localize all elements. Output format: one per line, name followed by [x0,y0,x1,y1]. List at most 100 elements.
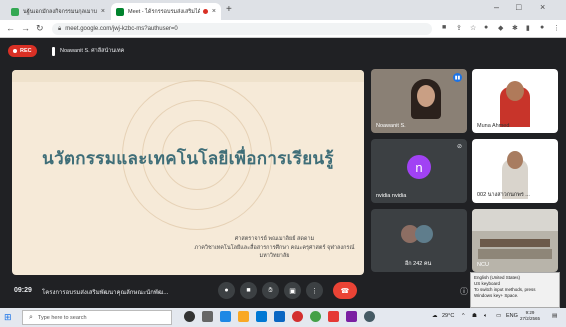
record-dot-icon [13,49,17,53]
participant-name: Noawanit S. [376,123,406,129]
participant-name: NCU [477,262,489,268]
mail-icon[interactable] [274,311,285,322]
input-method-tooltip: English (United States) US keyboard To s… [470,272,560,308]
speaking-indicator-icon: ▮▮ [453,73,462,82]
presentation-slide: นวัตกรรมและเทคโนโลยีเพื่อการเรียนรู้ ศาส… [12,70,364,275]
taskbar-date: 27/2/2565 [520,316,541,321]
meeting-title: โครงการอบรมส่งเสริมพัฒนาคุณลักษณะนักพัฒ.… [42,290,169,296]
more-options-button[interactable]: ⋮ [306,282,323,299]
sidebar-icon[interactable]: ▮ [526,24,530,32]
recording-badge: REC [8,45,37,57]
participant-video-face [417,85,435,107]
participant-video-face [507,151,523,169]
more-participants-tile[interactable]: อีก 242 คน [371,209,467,272]
participant-video-face [506,81,524,101]
volume-icon[interactable]: 🔈︎ [484,313,487,320]
weather-icon[interactable]: ☁︎ [432,313,438,319]
present-button[interactable]: ▣ [284,282,301,299]
puzzle-icon[interactable]: ✱ [512,24,518,32]
room-chairs [478,249,552,259]
recording-indicator-icon [202,9,208,14]
mic-icon: ● [224,287,229,294]
maximize-icon[interactable]: □ [516,2,521,12]
notification-icon[interactable]: ▤ [552,313,557,319]
slide-affiliation: ภาควิชาเทคโนโลยีและสื่อสารการศึกษา คณะคร… [194,245,355,259]
reload-icon[interactable]: ↻ [36,23,44,34]
participant-tile-presenter[interactable]: ▮▮ Noawanit S. [371,69,467,133]
minimize-icon[interactable]: – [494,2,499,12]
lock-icon: 🔒︎ [58,25,62,32]
profile-icon[interactable]: ● [540,24,544,31]
cortana-icon[interactable] [184,311,195,322]
file-explorer-icon[interactable] [238,311,249,322]
app-icon[interactable] [346,311,357,322]
windows-start-icon[interactable]: ⊞ [4,312,12,323]
hang-up-icon: ☎︎ [340,287,350,295]
weather-temp[interactable]: 29°C [442,313,454,319]
network-icon[interactable]: ☗ [472,313,477,319]
new-tab-button[interactable]: + [226,4,232,15]
extension-icon[interactable]: ◆ [498,24,503,32]
participant-avatar [415,225,433,243]
more-participants-count: อีก 242 คน [405,261,432,267]
share-icon[interactable]: ⇪ [456,24,462,32]
menu-icon[interactable]: ⋮ [553,24,560,32]
back-icon[interactable]: ← [6,23,15,33]
participant-avatar: n [407,155,431,179]
tab-title: นฐ้นเอกมักลงกิจกรรมนกุลเมาบลาร์ [23,8,97,15]
slide-title: นวัตกรรมและเทคโนโลยีเพื่อการเรียนรู้ [42,149,334,169]
present-screen-icon: ▣ [289,287,296,295]
task-view-icon[interactable] [202,311,213,322]
presenter-name: Noawanit S. ศาลีสนำนเทค [60,48,125,54]
participant-tile[interactable]: Muna Ahmed [472,69,558,133]
microphone-button[interactable]: ● [218,282,235,299]
app-icon[interactable] [364,311,375,322]
close-window-icon[interactable]: × [540,2,545,12]
star-icon[interactable]: ☆ [470,24,476,32]
participant-tile-room[interactable]: NCU [472,209,558,272]
taskbar-clock[interactable]: 9:29 27/2/2565 [520,310,540,322]
room-table [480,239,550,247]
participant-tile[interactable]: 002 นางสาวกนกพร ... [472,139,558,203]
raise-hand-button[interactable]: ✋︎ [262,282,279,299]
camera-permission-icon[interactable]: ■ [442,24,446,31]
url-field[interactable]: 🔒︎ meet.google.com/jwj-kzbc-ms?authuser=… [52,23,432,35]
tooltip-hint: Windows key+ Space. [474,293,519,298]
camera-icon: ■ [246,287,251,294]
present-icon [52,46,55,56]
address-bar-row: ← → ↻ 🔒︎ meet.google.com/jwj-kzbc-ms?aut… [0,20,566,38]
forward-icon[interactable]: → [21,23,30,33]
camera-button[interactable]: ■ [240,282,257,299]
search-icon: ⌕ [29,313,33,321]
app-icon[interactable] [328,311,339,322]
battery-icon[interactable]: ▭ [496,313,501,319]
edge-icon[interactable] [220,311,231,322]
end-call-button[interactable]: ☎︎ [333,282,357,299]
meet-favicon-icon [116,7,124,16]
app-icon[interactable] [292,311,303,322]
browser-tab-meet[interactable]: Meet - ได้รกรรอบรมส่งเสริมได้ × [111,3,221,20]
taskbar-search-field[interactable]: ⌕ Type here to search [22,310,172,325]
participant-tile[interactable]: n ⊘ nvidia nvidia [371,139,467,203]
info-icon[interactable]: ⓘ [460,286,468,297]
participant-name: nvidia nvidia [376,193,407,199]
participant-name: 002 นางสาวกนกพร ... [477,192,530,198]
tab-close-icon[interactable]: × [212,8,216,15]
rec-label: REC [20,48,32,54]
more-vert-icon: ⋮ [311,287,318,295]
input-language[interactable]: ENG [506,313,518,319]
tab-favicon-icon [11,7,19,16]
tray-chevron-icon[interactable]: ^ [462,313,465,319]
extension-icon[interactable]: ● [484,24,488,31]
room-ceiling [472,209,558,231]
hand-icon: ✋︎ [268,286,273,294]
store-icon[interactable] [256,311,267,322]
tab-title: Meet - ได้รกรรอบรมส่งเสริมได้ [128,8,200,15]
mic-off-icon: ⊘ [456,144,462,150]
screen: นฐ้นเอกมักลงกิจกรรมนกุลเมาบลาร์ × Meet -… [0,0,566,327]
browser-tab-1[interactable]: นฐ้นเอกมักลงกิจกรรมนกุลเมาบลาร์ × [6,3,110,20]
tab-close-icon[interactable]: × [101,8,105,15]
participant-name: Muna Ahmed [477,123,510,129]
chrome-icon[interactable] [310,311,321,322]
slide-author: ศาสตราจารย์ พณเมาลิยย์ สดดาม [234,236,315,242]
